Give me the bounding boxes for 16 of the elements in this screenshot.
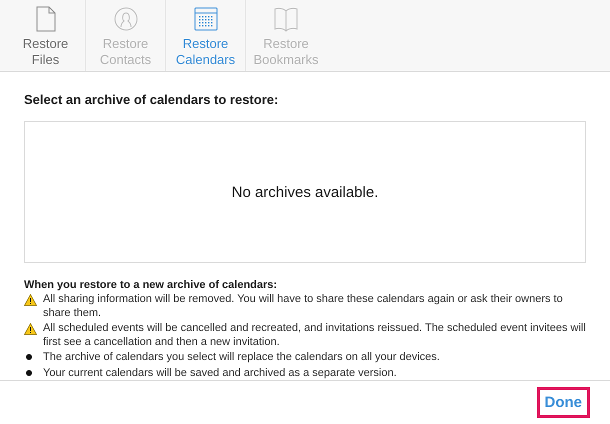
calendar-icon xyxy=(194,6,218,32)
tab[interactable]: Restore Files xyxy=(6,0,86,72)
tab[interactable]: Restore Calendars xyxy=(166,0,246,72)
notes-heading: When you restore to a new archive of calendars: xyxy=(24,279,278,292)
empty-message: No archives available. xyxy=(232,184,378,201)
note-text: The archive of calendars you select will replace the calendars on all your devices. xyxy=(43,351,441,365)
prompt-text: Select an archive of calendars to restore: xyxy=(24,92,280,108)
warning-icon xyxy=(24,323,37,336)
person-icon xyxy=(114,6,138,32)
note-text: All scheduled events will be cancelled and recreated, and invitations reissued. The scheduled event invitees will first see a cancellation and then a new invitation. xyxy=(43,322,586,350)
document-icon xyxy=(34,6,58,32)
book-icon xyxy=(274,6,298,32)
warning-icon xyxy=(24,294,37,306)
note-text: All sharing information will be removed. You will have to share these calendars again or ask their owners to share them. xyxy=(43,293,564,320)
done-button[interactable]: Done xyxy=(536,387,590,418)
note-text: Your current calendars will be saved and archived as a separate version. xyxy=(43,366,398,380)
